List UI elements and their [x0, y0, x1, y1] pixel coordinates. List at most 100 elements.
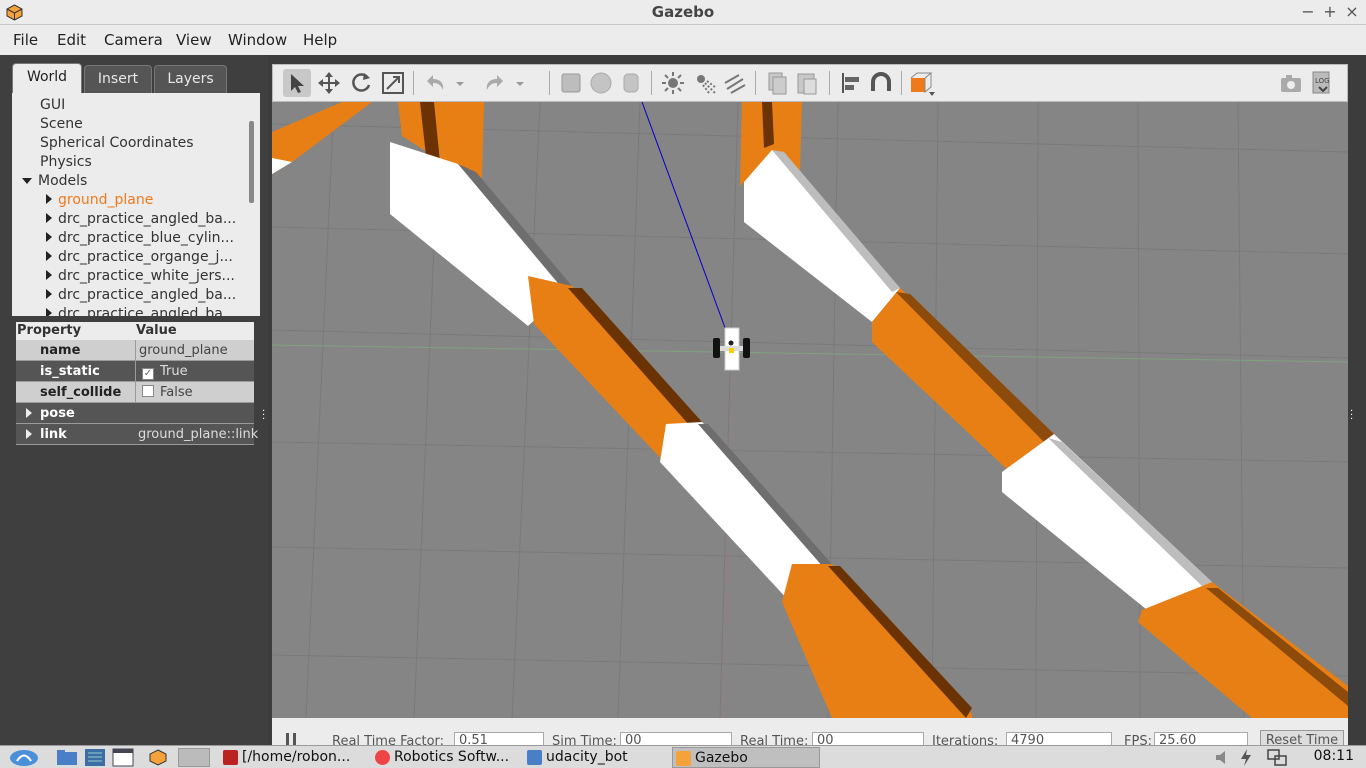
window-icon[interactable]	[112, 748, 134, 767]
redo-icon[interactable]	[481, 69, 509, 97]
sensor-ray	[641, 102, 732, 345]
property-row-pose[interactable]: pose	[16, 403, 254, 424]
panel-resize-handle[interactable]: · · ·	[262, 407, 266, 425]
terminal-icon[interactable]	[84, 748, 106, 767]
menu-help[interactable]: Help	[303, 31, 337, 49]
property-value: False	[160, 385, 193, 400]
property-value: True	[160, 364, 188, 379]
select-icon[interactable]	[283, 69, 311, 97]
folder-icon	[527, 750, 542, 765]
tree-item-models[interactable]: Models	[22, 173, 87, 192]
expand-right-icon[interactable]	[46, 213, 52, 223]
pause-icon[interactable]	[284, 733, 298, 745]
property-value-cell: False	[135, 382, 254, 402]
expand-right-icon[interactable]	[26, 429, 32, 439]
self-collide-checkbox[interactable]	[142, 385, 154, 397]
sim-time-value: 00 00:25:32.136	[620, 732, 732, 745]
redo-dropdown-icon[interactable]	[513, 69, 527, 97]
tree-model-label: drc_practice_angled_ba...	[58, 211, 237, 227]
menu-bar: File Edit Camera View Window Help	[0, 25, 1366, 55]
box-icon[interactable]	[557, 69, 585, 97]
barrier-segment[interactable]	[744, 150, 900, 322]
directional-light-icon[interactable]	[721, 69, 749, 97]
expand-right-icon[interactable]	[46, 308, 52, 316]
menu-camera[interactable]: Camera	[104, 31, 163, 49]
snap-icon[interactable]	[867, 69, 895, 97]
volume-icon[interactable]	[1214, 749, 1232, 766]
expand-right-icon[interactable]	[46, 289, 52, 299]
robot-model[interactable]	[713, 327, 750, 371]
menu-view[interactable]: View	[176, 31, 212, 49]
expand-right-icon[interactable]	[46, 251, 52, 261]
paste-icon[interactable]	[793, 69, 821, 97]
menu-file[interactable]: File	[13, 31, 38, 49]
undo-icon[interactable]	[421, 69, 449, 97]
tree-item-gui[interactable]: GUI	[40, 97, 65, 116]
desktop-pager[interactable]	[178, 748, 210, 767]
tree-model-item[interactable]: drc_practice_angled_ba...	[46, 306, 236, 316]
is-static-checkbox[interactable]: ✓	[142, 368, 154, 380]
tree-scrollbar[interactable]	[249, 121, 254, 203]
cylinder-icon[interactable]	[617, 69, 645, 97]
tab-world[interactable]: World	[12, 63, 82, 93]
taskbar-item-chrome[interactable]: Robotics Softw...	[372, 747, 522, 768]
tab-layers[interactable]: Layers	[154, 65, 227, 93]
barrier-segment[interactable]	[782, 564, 972, 718]
barrier-segment[interactable]	[1002, 434, 1212, 614]
property-row-link[interactable]: link ground_plane::link	[16, 424, 258, 445]
align-icon[interactable]	[837, 69, 865, 97]
spot-light-icon[interactable]	[691, 69, 719, 97]
menu-edit[interactable]: Edit	[57, 31, 86, 49]
minimize-button[interactable]: −	[1299, 2, 1317, 22]
tree-item-physics[interactable]: Physics	[40, 154, 92, 173]
file-manager-icon[interactable]	[56, 749, 78, 766]
expand-right-icon[interactable]	[46, 194, 52, 204]
tab-insert[interactable]: Insert	[84, 65, 152, 93]
scene-viewport[interactable]	[272, 102, 1348, 718]
property-row-self-collide: self_collide False	[16, 382, 254, 403]
expand-right-icon[interactable]	[46, 270, 52, 280]
translate-icon[interactable]	[315, 69, 343, 97]
expand-right-icon[interactable]	[46, 232, 52, 242]
copy-icon[interactable]	[763, 69, 791, 97]
right-panel-handle[interactable]: · · ·	[1350, 407, 1354, 425]
tree-model-item[interactable]: drc_practice_angled_ba...	[46, 287, 236, 306]
view-angle-icon[interactable]	[907, 69, 935, 97]
undo-dropdown-icon[interactable]	[453, 69, 467, 97]
network-icon[interactable]	[1266, 748, 1288, 767]
title-bar: Gazebo − + ×	[0, 0, 1366, 25]
tree-model-item[interactable]: drc_practice_blue_cylin...	[46, 230, 234, 249]
reset-time-button[interactable]: Reset Time	[1260, 730, 1344, 745]
property-value[interactable]: ground_plane	[135, 340, 254, 360]
tree-model-item[interactable]: drc_practice_organge_j...	[46, 249, 233, 268]
scene-canvas[interactable]	[272, 102, 1348, 718]
point-light-icon[interactable]	[659, 69, 687, 97]
rotate-icon[interactable]	[347, 69, 375, 97]
tree-model-item[interactable]: ground_plane	[46, 192, 153, 211]
gazebo-launcher-icon[interactable]	[148, 748, 168, 767]
expand-down-icon[interactable]	[22, 178, 32, 184]
real-time-value: 00 00:00:11.234	[812, 732, 924, 745]
tree-item-scene[interactable]: Scene	[40, 116, 83, 135]
taskbar-item-label: [/home/robon...	[242, 749, 351, 765]
taskbar-item-label: Gazebo	[695, 750, 748, 766]
property-row-is-static: is_static ✓ True	[16, 361, 254, 382]
start-menu-icon[interactable]	[8, 748, 40, 767]
expand-right-icon[interactable]	[26, 408, 32, 418]
taskbar-item-terminal[interactable]: [/home/robon...	[220, 747, 368, 768]
maximize-button[interactable]: +	[1321, 2, 1339, 22]
sphere-icon[interactable]	[587, 69, 615, 97]
taskbar-item-gazebo[interactable]: Gazebo	[672, 747, 820, 768]
scale-icon[interactable]	[379, 69, 407, 97]
tree-model-item[interactable]: drc_practice_angled_ba...	[46, 211, 236, 230]
taskbar-item-folder[interactable]: udacity_bot	[524, 747, 670, 768]
tree-item-spherical-coordinates[interactable]: Spherical Coordinates	[40, 135, 194, 154]
close-button[interactable]: ×	[1343, 2, 1361, 22]
power-icon[interactable]	[1238, 748, 1254, 767]
log-icon[interactable]: LOG	[1307, 69, 1335, 97]
property-value-cell: ✓ True	[135, 361, 254, 381]
screenshot-icon[interactable]	[1277, 69, 1305, 97]
menu-window[interactable]: Window	[228, 31, 287, 49]
barrier-segment[interactable]	[872, 288, 1054, 474]
tree-model-item[interactable]: drc_practice_white_jers...	[46, 268, 235, 287]
